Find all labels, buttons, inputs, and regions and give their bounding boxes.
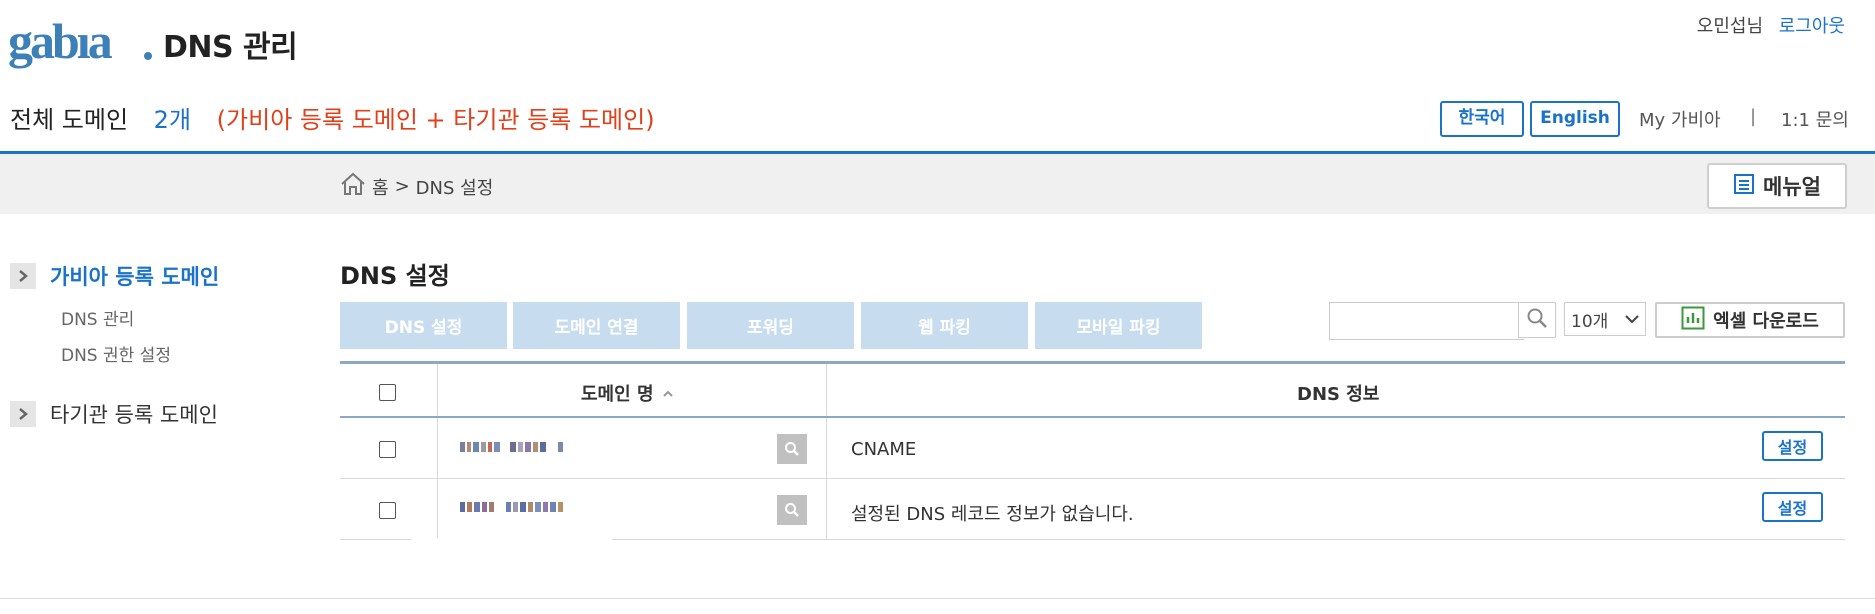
row-checkbox[interactable] — [379, 441, 396, 458]
logout-link[interactable]: 로그아웃 — [1779, 16, 1845, 37]
chevron-down-icon — [1625, 309, 1639, 329]
page-blank-area — [411, 538, 612, 614]
tab-domain-connect[interactable]: 도메인 연결 — [513, 302, 680, 349]
breadcrumb-separator: > — [394, 176, 410, 197]
sidebar-group-label: 가비아 등록 도메인 — [50, 265, 220, 289]
excel-download-button[interactable]: 엑셀 다운로드 — [1655, 302, 1845, 338]
domain-name-redacted — [460, 500, 563, 514]
per-page-select[interactable]: 10개 — [1564, 302, 1646, 336]
domain-count: 2개 — [153, 106, 192, 134]
column-header-domain[interactable]: 도메인 명 — [581, 380, 674, 406]
tab-forwarding[interactable]: 포워딩 — [687, 302, 854, 349]
breadcrumb-band — [0, 154, 1875, 214]
excel-label: 엑셀 다운로드 — [1713, 311, 1819, 332]
table-top-rule — [340, 361, 1845, 364]
sidebar-group-label: 타기관 등록 도메인 — [50, 403, 218, 427]
settings-button[interactable]: 설정 — [1762, 492, 1823, 522]
inquiry-link[interactable]: 1:1 문의 — [1781, 106, 1849, 132]
sort-up-icon[interactable] — [662, 383, 674, 404]
header-separator: | — [1750, 106, 1757, 127]
search-input[interactable] — [1329, 302, 1524, 340]
select-all-checkbox[interactable] — [379, 384, 396, 401]
sidebar-item-dns-manage[interactable]: DNS 관리 — [61, 305, 134, 330]
tab-mobile-parking[interactable]: 모바일 파킹 — [1035, 302, 1202, 349]
domain-search-icon[interactable] — [777, 495, 807, 525]
manual-label: 메뉴얼 — [1763, 175, 1821, 199]
breadcrumb: 홈 > DNS 설정 — [340, 172, 493, 201]
english-button[interactable]: English — [1530, 101, 1620, 137]
sidebar-group-other[interactable]: 타기관 등록 도메인 — [10, 399, 218, 429]
sidebar-group-gabia[interactable]: 가비아 등록 도메인 — [10, 261, 219, 291]
tab-dns-settings[interactable]: DNS 설정 — [340, 302, 507, 349]
svg-text:gabıa: gabıa — [8, 13, 113, 69]
tab-web-parking[interactable]: 웹 파킹 — [861, 302, 1028, 349]
breadcrumb-current: DNS 설정 — [415, 177, 494, 199]
domain-header-label: 도메인 명 — [581, 384, 654, 405]
column-header-dns: DNS 정보 — [1297, 384, 1380, 405]
per-page-value: 10개 — [1571, 311, 1609, 332]
domain-search-icon[interactable] — [777, 434, 807, 464]
gabia-logo[interactable]: gabıa — [8, 10, 154, 74]
search-icon — [1526, 307, 1548, 333]
domain-summary: 전체 도메인 2개 (가비아 등록 도메인 + 타기관 등록 도메인) — [10, 100, 655, 135]
chevron-right-icon — [10, 263, 36, 289]
summary-label: 전체 도메인 — [10, 106, 129, 134]
user-name: 오민섭님 — [1696, 16, 1764, 37]
home-icon[interactable] — [340, 172, 366, 201]
domain-name-redacted — [460, 440, 563, 454]
chart-icon — [1681, 306, 1705, 335]
korean-button[interactable]: 한국어 — [1440, 101, 1524, 137]
settings-button[interactable]: 설정 — [1762, 431, 1823, 461]
footer-rule — [0, 598, 1875, 599]
sidebar-item-dns-permission[interactable]: DNS 권한 설정 — [61, 341, 171, 366]
user-area: 오민섭님 로그아웃 — [1697, 12, 1845, 38]
dns-info: 설정된 DNS 레코드 정보가 없습니다. — [851, 504, 1134, 525]
section-title: DNS 설정 — [340, 262, 450, 290]
row-checkbox[interactable] — [379, 502, 396, 519]
search-button[interactable] — [1518, 302, 1556, 338]
summary-note: (가비아 등록 도메인 + 타기관 등록 도메인) — [216, 106, 655, 134]
breadcrumb-home[interactable]: 홈 — [372, 174, 389, 200]
manual-button[interactable]: 메뉴얼 — [1707, 163, 1847, 209]
my-gabia-link[interactable]: My 가비아 — [1639, 106, 1721, 132]
dns-info: CNAME — [851, 439, 917, 460]
document-icon — [1733, 173, 1755, 200]
app-title: DNS 관리 — [163, 30, 298, 65]
chevron-right-icon — [10, 401, 36, 427]
table-row — [340, 418, 1845, 478]
